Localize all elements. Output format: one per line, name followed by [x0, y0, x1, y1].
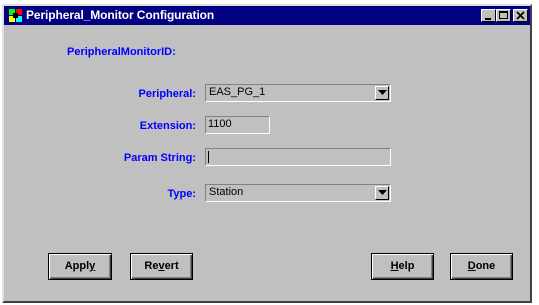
help-button[interactable]: Help	[371, 253, 434, 280]
done-accelerator: D	[467, 260, 476, 272]
type-value: Station	[209, 186, 244, 198]
peripheral-monitor-id-label: PeripheralMonitorID:	[67, 46, 176, 58]
dropdown-arrow-icon	[378, 190, 387, 195]
title-bar[interactable]: Peripheral_Monitor Configuration	[4, 6, 530, 25]
peripheral-dropdown-button[interactable]	[375, 86, 389, 100]
maximize-icon	[499, 11, 508, 19]
revert-button[interactable]: Revert	[130, 253, 193, 280]
app-icon	[9, 9, 22, 22]
help-accelerator: H	[390, 260, 399, 272]
peripheral-value: EAS_PG_1	[209, 86, 266, 98]
maximize-button[interactable]	[496, 9, 511, 22]
apply-button[interactable]: Apply	[48, 253, 112, 280]
done-button[interactable]: Done	[450, 253, 513, 280]
minimize-icon	[485, 18, 491, 20]
param-string-label: Param String:	[123, 152, 196, 164]
extension-field[interactable]: 1100	[205, 116, 270, 134]
close-button[interactable]	[513, 9, 528, 22]
text-cursor	[208, 151, 209, 163]
type-dropdown-button[interactable]	[375, 186, 389, 200]
close-icon	[516, 11, 525, 20]
peripheral-label: Peripheral:	[138, 88, 196, 100]
param-string-field[interactable]	[205, 148, 391, 166]
minimize-button[interactable]	[481, 9, 496, 22]
dropdown-arrow-icon	[378, 90, 387, 95]
apply-label-start: Appl	[64, 260, 90, 272]
help-label-end: elp	[398, 260, 415, 272]
window-title: Peripheral_Monitor Configuration	[26, 8, 215, 22]
done-label-end: one	[475, 260, 496, 272]
apply-accelerator: y	[89, 260, 96, 272]
type-select[interactable]: Station	[205, 184, 391, 202]
revert-label-end: ert	[164, 260, 179, 272]
type-label: Type:	[167, 188, 196, 200]
revert-label-start: Re	[144, 260, 159, 272]
config-window: Peripheral_Monitor Configuration Periphe…	[2, 4, 532, 303]
peripheral-select[interactable]: EAS_PG_1	[205, 84, 391, 102]
extension-label: Extension:	[139, 120, 196, 132]
